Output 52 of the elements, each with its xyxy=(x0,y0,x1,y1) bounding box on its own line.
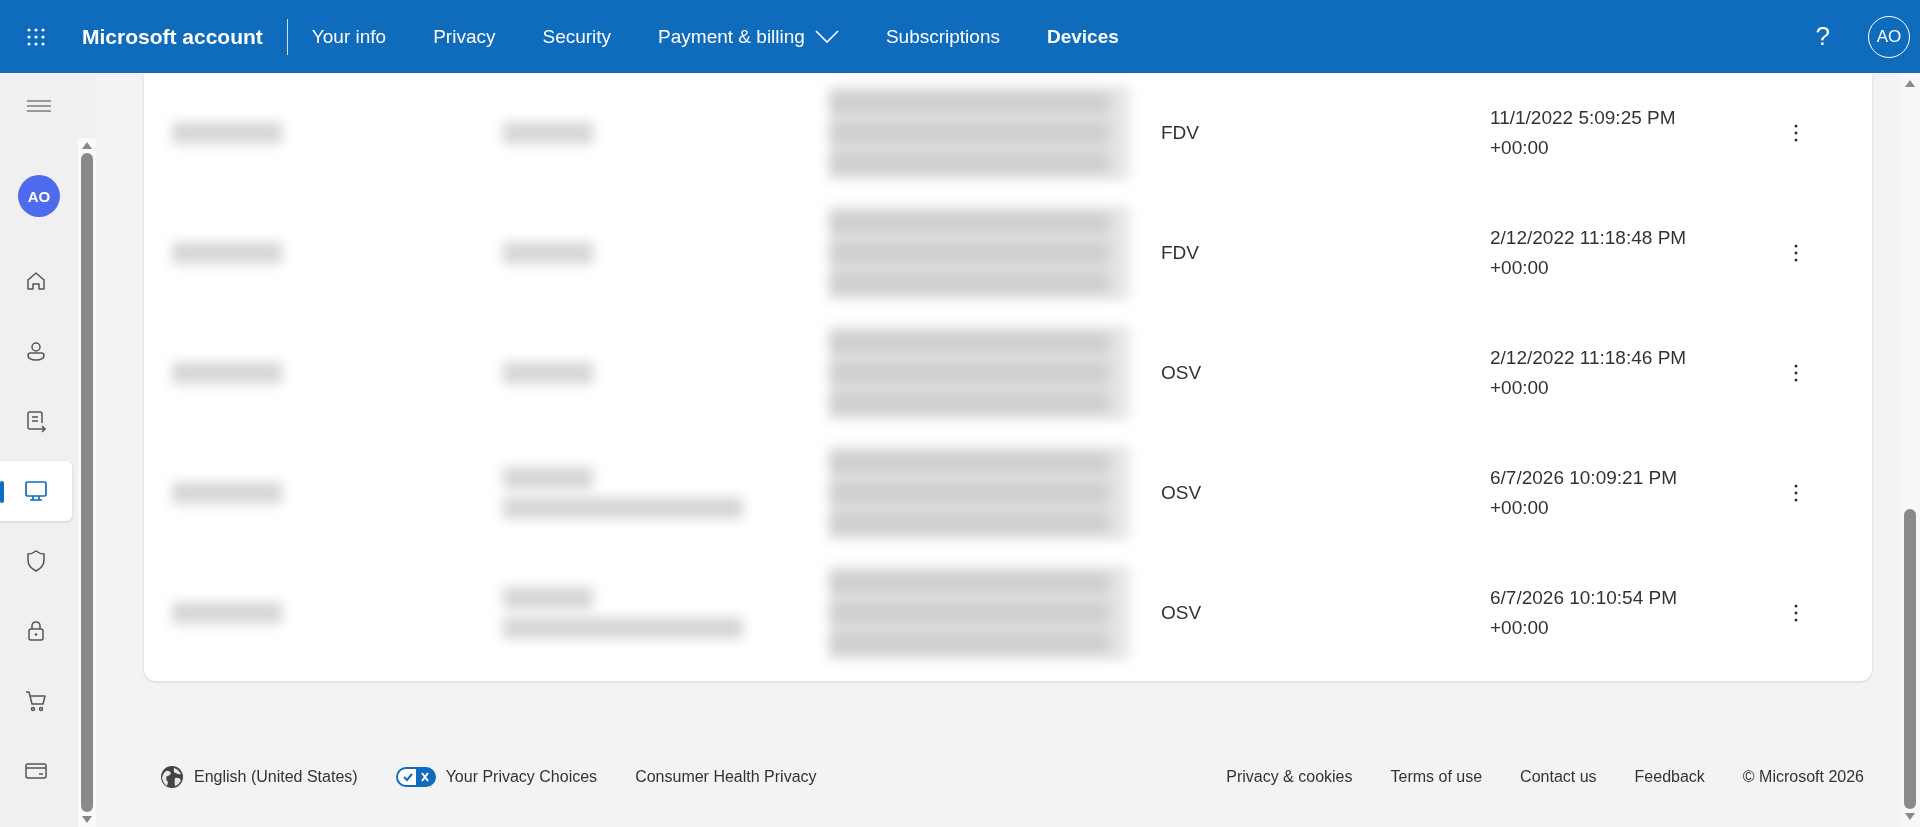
nav-tab[interactable]: Payment & billing xyxy=(658,25,839,48)
scrollbar-thumb[interactable] xyxy=(1904,509,1916,809)
more-options-icon[interactable] xyxy=(1794,484,1798,502)
cart-icon xyxy=(24,689,48,713)
table-cell-text: OSV xyxy=(1161,601,1203,625)
table-cell-text: 2/12/2022 11:18:46 PM +00:00 xyxy=(1490,346,1688,400)
scrollbar-thumb[interactable] xyxy=(81,153,93,812)
help-button[interactable]: ? xyxy=(1815,21,1830,52)
table-cell-text: 6/7/2026 10:10:54 PM +00:00 xyxy=(1490,586,1678,640)
globe-icon xyxy=(160,765,184,789)
privacy-toggle-icon xyxy=(395,767,436,787)
more-options-icon[interactable] xyxy=(1794,124,1798,142)
footer-link[interactable]: Your Privacy Choices xyxy=(395,767,598,787)
sidebar-item[interactable] xyxy=(0,461,72,521)
more-options-icon[interactable] xyxy=(1794,604,1798,622)
footer-link[interactable]: Consumer Health Privacy xyxy=(635,768,817,786)
table-cell-text: FDV xyxy=(1161,121,1200,145)
footer-link[interactable]: Privacy & cookies xyxy=(1226,768,1353,786)
app-launcher-icon[interactable] xyxy=(26,26,46,47)
scroll-up-icon[interactable] xyxy=(1905,79,1915,87)
more-options-icon[interactable] xyxy=(1794,244,1798,262)
person-icon xyxy=(24,339,48,363)
table-cell-text: 6/7/2026 10:09:21 PM +00:00 xyxy=(1490,466,1678,520)
scroll-up-icon[interactable] xyxy=(82,141,92,149)
table-cell-text: FDV xyxy=(1161,241,1200,265)
nav-tab[interactable]: Security xyxy=(542,25,612,48)
more-options-icon[interactable] xyxy=(1794,364,1798,382)
footer-link[interactable]: Feedback xyxy=(1634,768,1705,786)
site-title[interactable]: Microsoft account xyxy=(82,24,263,49)
nav-tab[interactable]: Your info xyxy=(311,25,387,48)
menu-icon[interactable] xyxy=(27,100,51,112)
nav-tab[interactable]: Subscriptions xyxy=(885,25,1000,48)
document-icon xyxy=(24,409,48,433)
home-icon xyxy=(24,269,48,293)
table-cell-text: OSV xyxy=(1161,361,1203,385)
copyright-text: © Microsoft 2026 xyxy=(1742,768,1864,786)
footer-link[interactable]: Terms of use xyxy=(1390,768,1483,786)
nav-tab[interactable]: Privacy xyxy=(433,25,496,48)
footer-link[interactable]: Contact us xyxy=(1520,768,1597,786)
scrollbar[interactable] xyxy=(78,138,96,827)
avatar[interactable]: AO xyxy=(18,175,60,217)
chevron-down-icon xyxy=(814,29,839,44)
table-cell-text: OSV xyxy=(1161,481,1203,505)
table-cell-text: 2/12/2022 11:18:48 PM +00:00 xyxy=(1490,226,1688,280)
scroll-down-icon[interactable] xyxy=(82,816,92,824)
language-link[interactable]: English (United States) xyxy=(160,765,358,789)
nav-tab[interactable]: Devices xyxy=(1046,25,1119,48)
scroll-down-icon[interactable] xyxy=(1905,813,1915,821)
monitor-icon xyxy=(24,479,48,503)
page-scrollbar[interactable] xyxy=(1900,73,1920,827)
table-cell-text: 11/1/2022 5:09:25 PM +00:00 xyxy=(1490,106,1677,160)
shield-icon xyxy=(24,549,48,573)
